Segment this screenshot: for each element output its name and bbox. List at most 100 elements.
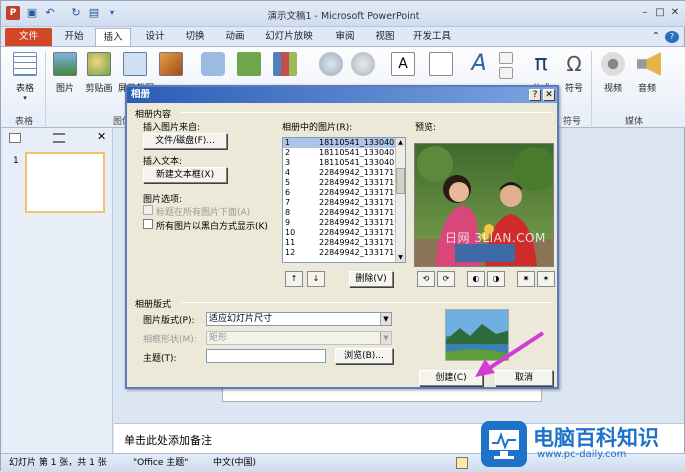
clipart-icon[interactable] (87, 52, 111, 76)
close-pane-icon[interactable]: ✕ (97, 130, 106, 143)
caption-below-checkbox[interactable] (143, 205, 153, 215)
language[interactable]: 中文(中国) (213, 454, 256, 472)
theme-name[interactable]: "Office 主题" (133, 454, 188, 472)
tab-transitions[interactable]: 切换 (177, 28, 213, 46)
delete-button[interactable]: 删除(V) (349, 271, 393, 287)
album-icon[interactable] (159, 52, 183, 76)
browse-button[interactable]: 浏览(B)... (335, 348, 393, 364)
normal-view-icon[interactable] (456, 457, 468, 469)
list-item[interactable]: 10 22849942_1331719 (283, 228, 405, 238)
slide-thumbnail[interactable] (25, 152, 105, 213)
symbol-button-label[interactable]: 符号 (562, 81, 586, 94)
symbol-icon[interactable]: Ω (562, 52, 586, 76)
move-down-button[interactable]: ↓ (307, 271, 325, 287)
list-item[interactable]: 5 22849942_1331719 (283, 178, 405, 188)
file-disk-button[interactable]: 文件/磁盘(F)... (143, 133, 227, 149)
picture-button-label[interactable]: 图片 (49, 81, 81, 94)
tab-developer[interactable]: 开发工具 (407, 28, 457, 46)
picture-name: 22849942_1331719 (319, 238, 400, 247)
tab-design[interactable]: 设计 (137, 28, 173, 46)
brightness-down-icon[interactable]: ✶ (537, 271, 555, 287)
tab-view[interactable]: 视图 (367, 28, 403, 46)
equation-icon[interactable]: π (529, 52, 553, 76)
dialog-help-button[interactable]: ? (529, 89, 541, 101)
picture-layout-label: 图片版式(P): (143, 316, 195, 326)
minimize-button[interactable]: – (638, 6, 652, 20)
black-white-checkbox[interactable] (143, 219, 153, 229)
brightness-up-icon[interactable]: ✷ (517, 271, 535, 287)
link-icon[interactable] (319, 52, 343, 76)
list-item[interactable]: 6 22849942_1331719 (283, 188, 405, 198)
window-title: 演示文稿1 - Microsoft PowerPoint (267, 11, 420, 22)
picture-layout-select[interactable]: 适应幻灯片尺寸 ▼ (206, 312, 392, 326)
table-dropdown-icon[interactable]: ▾ (19, 94, 31, 102)
help-icon[interactable]: ? (665, 31, 679, 43)
tab-home[interactable]: 开始 (56, 28, 92, 46)
screenshot-icon[interactable] (123, 52, 147, 76)
video-button-label[interactable]: 视频 (599, 81, 627, 94)
audio-button-label[interactable]: 音频 (633, 81, 661, 94)
section-content-label: 相册内容 (135, 110, 172, 120)
tab-file[interactable]: 文件 (5, 28, 52, 46)
picture-index: 8 (285, 208, 291, 217)
table-icon[interactable] (13, 52, 37, 76)
insert-from-label: 插入图片来自: (143, 123, 201, 133)
scroll-thumb[interactable] (396, 168, 405, 194)
picture-name: 22849942_1331719 (319, 168, 400, 177)
insert-text-label: 插入文本: (143, 157, 183, 167)
textbox-icon[interactable]: A (391, 52, 415, 76)
maximize-button[interactable]: □ (653, 6, 667, 20)
picture-icon[interactable] (53, 52, 77, 76)
close-button[interactable]: ✕ (668, 6, 682, 20)
list-item[interactable]: 1 18110541_1330405 (283, 138, 405, 148)
scroll-down-icon[interactable]: ▼ (396, 253, 405, 262)
slides-tab-icon[interactable] (9, 133, 21, 143)
list-item[interactable]: 9 22849942_1331719 (283, 218, 405, 228)
date-icon[interactable] (499, 52, 513, 64)
tab-insert[interactable]: 插入 (95, 28, 131, 46)
chevron-down-icon[interactable]: ▼ (380, 313, 391, 325)
contrast-down-icon[interactable]: ◑ (487, 271, 505, 287)
group-separator (45, 51, 46, 126)
notes-placeholder[interactable]: 单击此处添加备注 (124, 432, 212, 448)
list-item[interactable]: 3 18110541_1330405 (283, 158, 405, 168)
list-item[interactable]: 4 22849942_1331719 (283, 168, 405, 178)
list-item[interactable]: 11 22849942_1331719 (283, 238, 405, 248)
slide-number-icon[interactable] (499, 67, 513, 79)
header-icon[interactable] (429, 52, 453, 76)
picture-index: 11 (285, 238, 296, 247)
contrast-up-icon[interactable]: ◐ (467, 271, 485, 287)
shapes-icon[interactable] (201, 52, 225, 76)
list-scrollbar[interactable]: ▲ ▼ (395, 138, 405, 262)
picture-index: 12 (285, 248, 296, 257)
new-textbox-button[interactable]: 新建文本框(X) (143, 167, 227, 183)
wordart-icon[interactable]: A (467, 52, 491, 76)
list-item[interactable]: 7 22849942_1331719 (283, 198, 405, 208)
tab-review[interactable]: 审阅 (327, 28, 363, 46)
clipart-button-label[interactable]: 剪贴画 (79, 81, 119, 94)
action-icon[interactable] (351, 52, 375, 76)
video-icon[interactable] (601, 52, 625, 76)
theme-input[interactable] (206, 349, 326, 363)
table-button-label[interactable]: 表格 (9, 81, 41, 94)
outline-tab-icon[interactable] (53, 133, 65, 143)
caption-below-label: 标题在所有图片下面(A) (156, 208, 251, 218)
slide-info: 幻灯片 第 1 张，共 1 张 (9, 458, 107, 468)
list-item[interactable]: 12 22849942_1331719 (283, 248, 405, 258)
chart-icon[interactable] (273, 52, 297, 76)
pictures-list[interactable]: 1 18110541_1330405 2 18110541_1330405 3 18110… (282, 137, 406, 263)
scroll-up-icon[interactable]: ▲ (396, 138, 405, 147)
rotate-left-icon[interactable]: ⟲ (417, 271, 435, 287)
frame-shape-select[interactable]: 矩形 ▼ (206, 331, 392, 345)
move-up-button[interactable]: ↑ (285, 271, 303, 287)
rotate-right-icon[interactable]: ⟳ (437, 271, 455, 287)
list-item[interactable]: 8 22849942_1331719 (283, 208, 405, 218)
smartart-icon[interactable] (237, 52, 261, 76)
chevron-down-icon[interactable]: ▼ (380, 332, 391, 344)
list-item[interactable]: 2 18110541_1330405 (283, 148, 405, 158)
minimize-ribbon-icon[interactable]: ⌃ (649, 28, 663, 46)
tab-slideshow[interactable]: 幻灯片放映 (259, 28, 319, 46)
audio-icon[interactable] (637, 52, 661, 76)
tab-animations[interactable]: 动画 (217, 28, 253, 46)
dialog-close-button[interactable]: ✕ (543, 89, 555, 101)
